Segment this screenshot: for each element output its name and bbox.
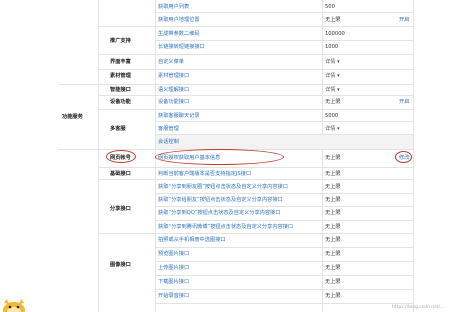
chevron-down-icon: ▾ <box>337 126 340 132</box>
details-dropdown[interactable]: 详情 ▾ <box>325 72 340 80</box>
category-label: 设备功能 <box>110 99 131 105</box>
category-label: 图像接口 <box>110 262 131 268</box>
api-name-link[interactable]: 获取“分享到朋友圈”按钮点击状态及自定义分享内容接口 <box>158 183 288 191</box>
quota-value: 无上限 <box>325 210 341 216</box>
quota-value: 无上限 <box>325 171 341 177</box>
quota-value: 无上限 <box>325 237 341 243</box>
details-dropdown[interactable]: 详情 ▾ <box>325 86 340 94</box>
enable-link[interactable]: 开启 <box>399 98 409 106</box>
quota-value: 无上限 <box>325 99 341 105</box>
api-name-link[interactable]: 获取用户列表 <box>158 3 189 11</box>
column-divider <box>322 0 323 312</box>
category-label: 网页帐号 <box>110 155 131 161</box>
quota-value: 无上限 <box>325 279 341 285</box>
quota-value: 无上限 <box>325 251 341 257</box>
api-name-link[interactable]: 获取用户地理位置 <box>158 16 200 24</box>
api-name-link[interactable]: 生成带参数二维码 <box>158 30 200 38</box>
category-label: 智能接口 <box>110 87 131 93</box>
category-label: 界面丰富 <box>110 59 131 65</box>
quota-value: 无上限 <box>325 265 341 271</box>
quota-value: 100000 <box>325 31 345 37</box>
chevron-down-icon: ▾ <box>337 87 340 93</box>
api-name-link[interactable]: 上传图片接口 <box>158 264 189 272</box>
api-name-link[interactable]: 获取“分享到QQ”按钮点击状态及自定义分享内容接口 <box>158 209 280 217</box>
quota-value: 无上限 <box>325 17 341 23</box>
api-name-link[interactable]: 长链接转短链接接口 <box>158 43 205 51</box>
modify-link[interactable]: 修改 <box>399 154 409 162</box>
api-name-link[interactable]: 预览图片接口 <box>158 250 189 258</box>
category-label: 推广支持 <box>110 38 131 44</box>
api-name-link[interactable]: 判断当前客户端版本是否支持指定JS接口 <box>158 170 251 178</box>
category-label: 素材管理 <box>110 73 131 79</box>
watermark-text: https://blog.csdn.net/... <box>392 305 445 310</box>
category-label: 分享接口 <box>110 206 131 212</box>
api-name-link[interactable]: 语义理解接口 <box>158 86 189 94</box>
quota-value: 无上限 <box>325 197 341 203</box>
chevron-down-icon: ▾ <box>337 59 340 65</box>
api-name-link[interactable]: 素材管理接口 <box>158 72 189 80</box>
api-name-link[interactable]: 设备功能接口 <box>158 98 189 106</box>
section-label: 功能服务 <box>62 114 83 120</box>
api-name-link[interactable]: 开始录音接口 <box>158 292 189 300</box>
quota-value: 5000 <box>325 113 339 119</box>
api-name-link[interactable]: 会话控制 <box>158 138 179 146</box>
quota-value: 无上限 <box>325 155 341 161</box>
details-dropdown[interactable]: 详情 ▾ <box>325 58 340 66</box>
api-name-link[interactable]: 获取“分享给朋友”按钮点击状态及自定义分享内容接口 <box>158 196 283 204</box>
category-label: 多客服 <box>110 126 126 132</box>
api-name-link[interactable]: 客服管理 <box>158 125 179 133</box>
chevron-down-icon: ▾ <box>337 73 340 79</box>
api-name-link[interactable]: 获取客服聊天记录 <box>158 112 200 120</box>
column-divider <box>413 0 414 312</box>
api-name-link[interactable]: 获取“分享到腾讯微博”按钮点击状态及自定义分享内容接口 <box>158 223 293 231</box>
api-name-link[interactable]: 自定义菜单 <box>158 58 184 66</box>
category-label: 基础接口 <box>110 171 131 177</box>
enable-link[interactable]: 开启 <box>399 16 409 24</box>
api-name-link[interactable]: 网页授权获取用户基本信息 <box>158 154 220 162</box>
api-name-link[interactable]: 下载图片接口 <box>158 278 189 286</box>
quota-value: 无上限 <box>325 184 341 190</box>
row-shading <box>156 134 413 149</box>
quota-value: 无上限 <box>325 224 341 230</box>
api-name-link[interactable]: 拍照或从手机相册中选图接口 <box>158 236 225 244</box>
mascot-icon <box>3 299 25 312</box>
column-divider <box>155 0 156 312</box>
details-dropdown[interactable]: 详情 ▾ <box>325 125 340 133</box>
quota-value: 1000 <box>325 44 339 50</box>
api-permission-table: 获取用户列表 500 获取用户地理位置 无上限 开启 推广支持 生成带参数二维码… <box>58 0 414 312</box>
quota-value: 无上限 <box>325 293 341 299</box>
quota-value: 500 <box>325 4 335 10</box>
column-divider <box>98 0 99 312</box>
